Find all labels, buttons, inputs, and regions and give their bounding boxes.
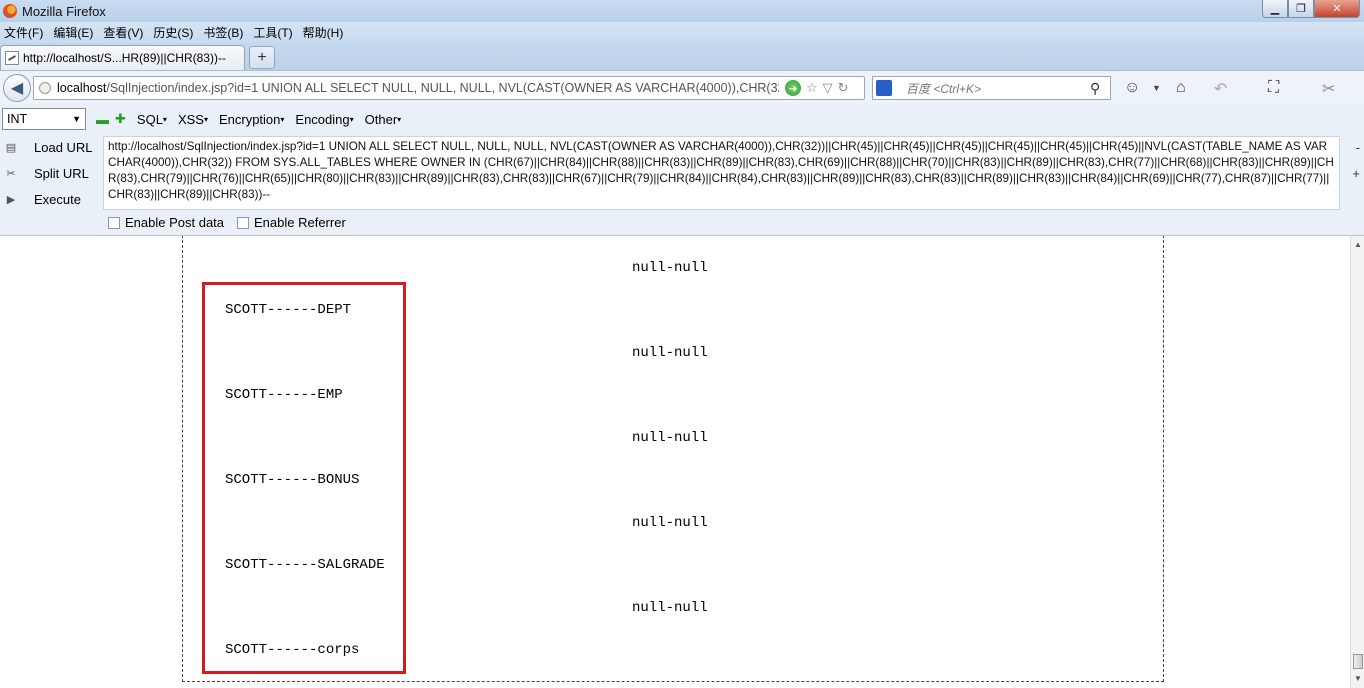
history-dropdown-icon[interactable]: ▽ xyxy=(823,80,833,96)
menu-file[interactable]: 文件(F) xyxy=(0,24,49,41)
minimize-button[interactable]: ▁ xyxy=(1262,0,1288,18)
menu-encryption[interactable]: Encryption▾ xyxy=(219,112,284,127)
menu-xss[interactable]: XSS▾ xyxy=(178,112,208,127)
menu-bar: 文件(F) 编辑(E) 查看(V) 历史(S) 书签(B) 工具(T) 帮助(H… xyxy=(0,22,1364,42)
tab-active[interactable]: http://localhost/S...HR(89)||CHR(83))-- xyxy=(0,45,245,70)
split-url-icon: ✂ xyxy=(6,167,16,180)
enable-referrer-box[interactable] xyxy=(237,216,249,229)
enable-referrer-label: Enable Referrer xyxy=(254,215,346,230)
new-tab-button[interactable]: + xyxy=(249,46,275,69)
load-url-label: Load URL xyxy=(34,139,93,155)
vertical-scrollbar[interactable]: ▲ ▼ xyxy=(1350,236,1364,688)
decrease-icon[interactable]: ▬ xyxy=(96,112,109,127)
shrink-textarea-button[interactable]: - xyxy=(1356,140,1360,155)
null-row-5: null-null xyxy=(632,600,708,616)
execute-label: Execute xyxy=(34,191,81,207)
scroll-thumb[interactable] xyxy=(1353,654,1363,669)
scroll-up-icon[interactable]: ▲ xyxy=(1354,240,1362,249)
menu-other-label: Other xyxy=(364,111,398,127)
back-button[interactable]: ◀ xyxy=(3,74,31,102)
hackbar-menu-row: INT ▼ ▬ ✚ SQL▾ XSS▾ Encryption▾ Encoding… xyxy=(0,104,1364,134)
grow-textarea-button[interactable]: + xyxy=(1352,166,1360,181)
baidu-paw-icon[interactable]: 🐾 xyxy=(876,80,892,96)
smiley-addon-icon[interactable]: ☺ xyxy=(1124,79,1140,97)
home-icon[interactable]: ⌂ xyxy=(1176,79,1186,97)
menu-xss-label: XSS xyxy=(177,111,204,127)
null-row-3: null-null xyxy=(632,430,708,446)
go-arrow-icon[interactable]: ➜ xyxy=(785,80,801,96)
menu-history[interactable]: 历史(S) xyxy=(149,24,199,41)
reload-icon[interactable]: ↻ xyxy=(838,80,849,96)
undo-icon[interactable]: ↶ xyxy=(1214,79,1227,99)
enable-post-label: Enable Post data xyxy=(125,215,225,230)
window-controls: ▁ ❐ ✕ xyxy=(1262,0,1360,18)
split-url-button[interactable]: ✂ Split URL xyxy=(4,162,89,184)
menu-sql-label: SQL xyxy=(136,111,163,127)
type-select[interactable]: INT ▼ xyxy=(2,108,86,130)
menu-encoding-label: Encoding xyxy=(295,111,350,127)
tab-title: http://localhost/S...HR(89)||CHR(83))-- xyxy=(23,51,226,65)
split-url-label: Split URL xyxy=(34,165,89,181)
tools-icon[interactable]: ✂ xyxy=(1322,79,1335,99)
execute-button[interactable]: ▶ Execute xyxy=(4,188,81,210)
crop-icon[interactable]: ⛶ xyxy=(1268,79,1279,97)
enable-referrer-checkbox[interactable]: Enable Referrer xyxy=(237,215,346,230)
menu-sql[interactable]: SQL▾ xyxy=(137,112,167,127)
null-row-4: null-null xyxy=(632,515,708,531)
window-title: Mozilla Firefox xyxy=(22,3,106,19)
menu-help[interactable]: 帮助(H) xyxy=(299,24,350,41)
chevron-down-icon: ▼ xyxy=(72,114,81,124)
menu-tools[interactable]: 工具(T) xyxy=(249,24,298,41)
enable-post-box[interactable] xyxy=(108,216,120,229)
search-box[interactable]: 🐾 百度 <Ctrl+K> ⚲ xyxy=(872,76,1111,100)
increase-icon[interactable]: ✚ xyxy=(115,111,126,127)
menu-bookmarks[interactable]: 书签(B) xyxy=(199,24,249,41)
maximize-button[interactable]: ❐ xyxy=(1288,0,1314,18)
url-host: localhost xyxy=(57,81,107,95)
site-identity-icon[interactable] xyxy=(39,82,51,94)
menu-encoding[interactable]: Encoding▾ xyxy=(295,112,353,127)
load-url-icon: ▤ xyxy=(5,141,17,154)
title-bar: Mozilla Firefox ▁ ❐ ✕ xyxy=(0,0,1364,22)
page-favicon-icon xyxy=(5,51,19,65)
bookmark-star-icon[interactable]: ☆ xyxy=(806,80,818,96)
scroll-down-icon[interactable]: ▼ xyxy=(1354,674,1362,683)
menu-view[interactable]: 查看(V) xyxy=(99,24,149,41)
close-button[interactable]: ✕ xyxy=(1314,0,1360,18)
hackbar-panel: ▤ Load URL ✂ Split URL ▶ Execute http://… xyxy=(0,134,1364,236)
execute-icon: ▶ xyxy=(6,193,16,206)
enable-post-checkbox[interactable]: Enable Post data xyxy=(108,215,224,230)
tab-strip: http://localhost/S...HR(89)||CHR(83))-- … xyxy=(0,42,1364,70)
search-icon[interactable]: ⚲ xyxy=(1090,80,1100,97)
url-text[interactable]: localhost/SqlInjection/index.jsp?id=1 UN… xyxy=(57,81,779,95)
search-placeholder: 百度 <Ctrl+K> xyxy=(906,81,982,96)
page-content: null-null SCOTT------DEPT null-null SCOT… xyxy=(0,236,1364,688)
url-path: /SqlInjection/index.jsp?id=1 UNION ALL S… xyxy=(106,81,779,95)
menu-edit[interactable]: 编辑(E) xyxy=(49,24,99,41)
highlight-box xyxy=(202,282,406,674)
addon-dropdown-icon[interactable]: ▼ xyxy=(1152,83,1161,93)
load-url-button[interactable]: ▤ Load URL xyxy=(4,136,93,158)
firefox-logo-icon xyxy=(3,4,17,18)
menu-other[interactable]: Other▾ xyxy=(365,112,402,127)
navigation-toolbar: ◀ localhost/SqlInjection/index.jsp?id=1 … xyxy=(0,70,1364,104)
hackbar-url-textarea[interactable]: http://localhost/SqlInjection/index.jsp?… xyxy=(103,136,1340,210)
url-bar[interactable]: localhost/SqlInjection/index.jsp?id=1 UN… xyxy=(33,76,865,100)
null-row-2: null-null xyxy=(632,345,708,361)
type-select-value: INT xyxy=(7,112,28,126)
menu-encryption-label: Encryption xyxy=(218,111,281,127)
null-row-1: null-null xyxy=(632,260,708,276)
